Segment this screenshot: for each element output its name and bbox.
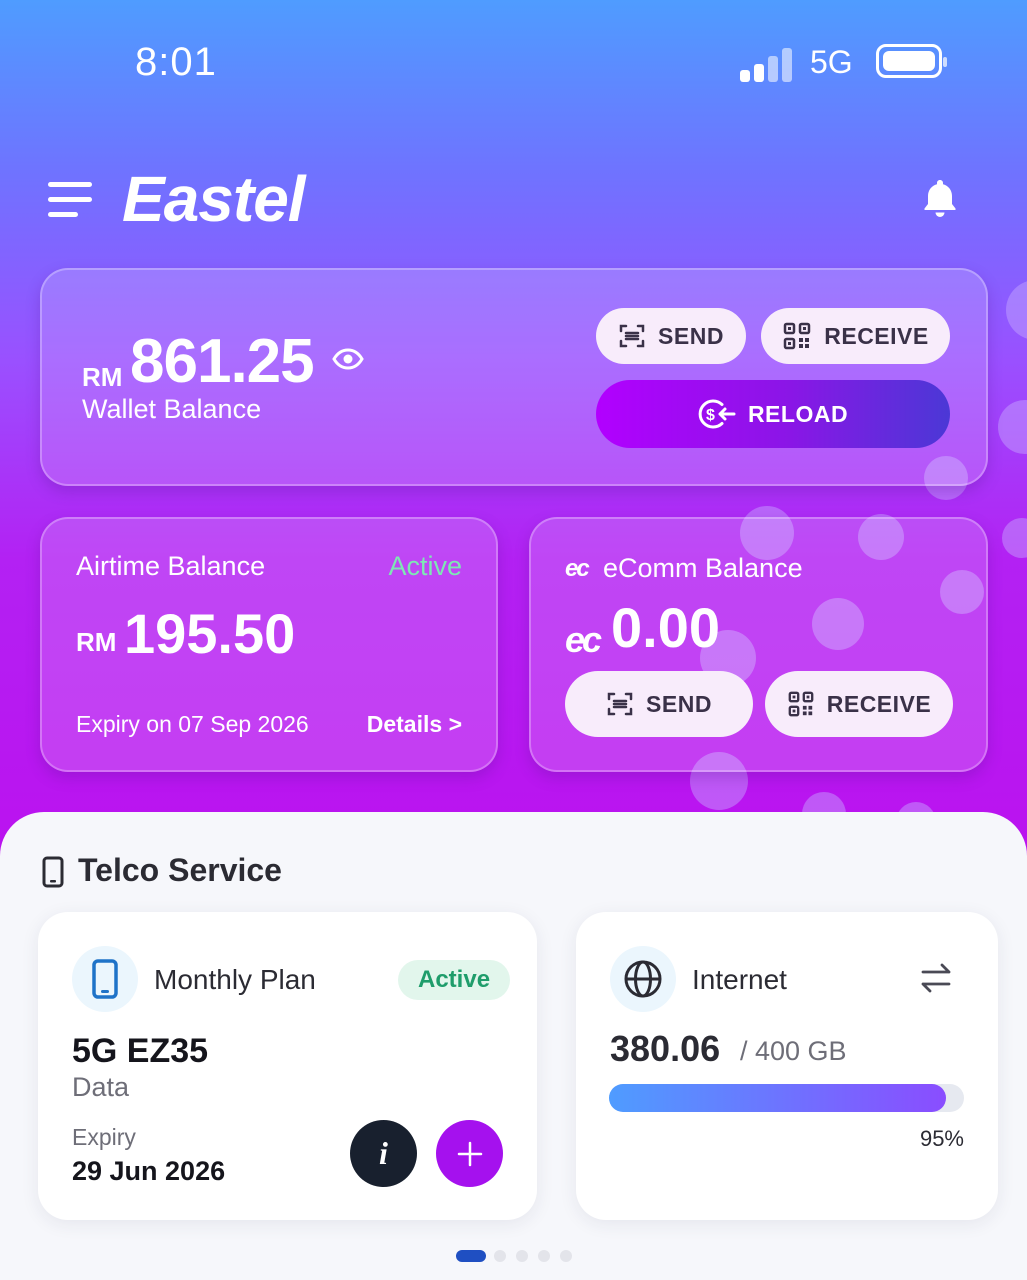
plan-type: Data bbox=[72, 1072, 130, 1102]
pagination-dot[interactable] bbox=[560, 1250, 572, 1262]
decor-bubble bbox=[1002, 518, 1027, 558]
airtime-amount: 195.50 bbox=[124, 602, 296, 665]
airtime-expiry: Expiry on 07 Sep 2026 bbox=[76, 711, 309, 737]
airtime-currency: RM bbox=[76, 627, 117, 657]
qr-code-icon bbox=[788, 691, 814, 717]
reload-button[interactable]: $ RELOAD bbox=[596, 380, 950, 448]
network-type: 5G bbox=[810, 44, 853, 80]
ecomm-title: eComm Balance bbox=[603, 553, 803, 583]
plan-title: Monthly Plan bbox=[154, 964, 316, 995]
pagination-dot[interactable] bbox=[538, 1250, 550, 1262]
ecomm-send-button[interactable]: SEND bbox=[565, 671, 753, 737]
data-usage-progress-fill bbox=[609, 1084, 947, 1112]
wallet-label: Wallet Balance bbox=[82, 394, 262, 424]
reload-money-icon: $ bbox=[698, 399, 736, 429]
plan-expiry-label: Expiry bbox=[72, 1124, 136, 1150]
wallet-send-label: SEND bbox=[658, 322, 724, 349]
internet-usage-card[interactable]: Internet 380.06 / 400 GB 95% bbox=[576, 912, 998, 1220]
wallet-card: RM 861.25 Wallet Balance SEND RECEIVE $ … bbox=[40, 268, 988, 486]
pagination-dot[interactable] bbox=[494, 1250, 506, 1262]
internet-percent: 95% bbox=[919, 1126, 964, 1151]
ecomm-amount: 0.00 bbox=[611, 596, 720, 659]
phone-icon bbox=[42, 856, 64, 888]
pagination-dots bbox=[456, 1250, 576, 1262]
decor-bubble bbox=[1006, 280, 1027, 340]
data-usage-progress-track bbox=[609, 1084, 964, 1112]
ecomm-balance-card: ec eComm Balance ec 0.00 SEND RECEIVE bbox=[529, 517, 988, 772]
ecomm-receive-button[interactable]: RECEIVE bbox=[765, 671, 953, 737]
info-button[interactable]: i bbox=[350, 1120, 417, 1187]
plan-name: 5G EZ35 bbox=[72, 1032, 209, 1070]
pagination-dot[interactable] bbox=[516, 1250, 528, 1262]
ecomm-currency-symbol: ec bbox=[565, 619, 602, 660]
airtime-status-badge: Active bbox=[388, 551, 462, 581]
airtime-title: Airtime Balance bbox=[76, 551, 266, 581]
monthly-plan-card[interactable]: Monthly Plan Active 5G EZ35 Data Expiry … bbox=[38, 912, 537, 1220]
internet-used: 380.06 bbox=[610, 1028, 721, 1069]
scan-icon bbox=[619, 324, 645, 348]
app-logo: Eastel bbox=[122, 163, 306, 235]
internet-title: Internet bbox=[692, 964, 787, 995]
add-plan-button[interactable] bbox=[436, 1120, 503, 1187]
airtime-details-link[interactable]: Details > bbox=[367, 711, 462, 738]
pagination-dot-active[interactable] bbox=[456, 1250, 486, 1262]
wallet-send-button[interactable]: SEND bbox=[596, 308, 746, 364]
battery-icon bbox=[876, 44, 947, 78]
decor-bubble bbox=[998, 400, 1027, 454]
internet-total: / 400 GB bbox=[740, 1036, 847, 1066]
swap-arrows-icon[interactable] bbox=[920, 960, 952, 996]
svg-text:$: $ bbox=[706, 407, 715, 424]
menu-icon[interactable] bbox=[48, 182, 92, 218]
plan-expiry-date: 29 Jun 2026 bbox=[72, 1156, 226, 1186]
status-time: 8:01 bbox=[135, 40, 217, 84]
wallet-receive-button[interactable]: RECEIVE bbox=[761, 308, 950, 364]
section-title: Telco Service bbox=[78, 852, 282, 888]
airtime-balance-card[interactable]: Airtime Balance Active RM 195.50 Expiry … bbox=[40, 517, 498, 772]
ecomm-symbol-icon: ec bbox=[565, 555, 590, 582]
qr-code-icon bbox=[784, 322, 811, 350]
ecomm-receive-label: RECEIVE bbox=[826, 690, 932, 717]
reload-label: RELOAD bbox=[747, 400, 849, 427]
info-icon: i bbox=[379, 1135, 388, 1171]
scan-icon bbox=[607, 692, 633, 716]
globe-icon bbox=[610, 946, 676, 1012]
wallet-receive-label: RECEIVE bbox=[824, 322, 929, 349]
plan-status-badge: Active bbox=[398, 960, 511, 1000]
mobile-phone-icon bbox=[72, 946, 138, 1012]
wallet-currency: RM bbox=[82, 362, 123, 392]
plus-icon bbox=[457, 1141, 482, 1166]
status-bar: 8:01 5G bbox=[0, 38, 1027, 88]
eye-icon[interactable] bbox=[332, 346, 364, 372]
ecomm-send-label: SEND bbox=[646, 690, 712, 717]
cellular-signal-icon bbox=[740, 46, 792, 82]
notification-bell-icon[interactable] bbox=[918, 176, 962, 220]
wallet-amount: 861.25 bbox=[130, 327, 315, 396]
